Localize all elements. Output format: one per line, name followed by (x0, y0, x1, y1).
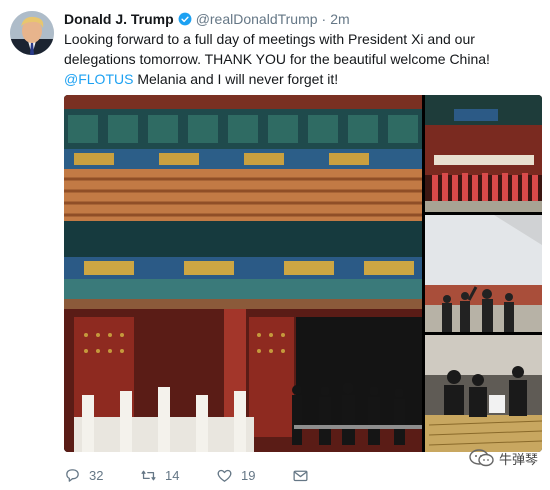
avatar-image (10, 11, 54, 55)
photo-forbidden-city-gate[interactable] (64, 95, 422, 452)
tweet-actions: 32 14 19 (64, 466, 322, 484)
media-grid[interactable] (64, 95, 542, 452)
photo-delegation-waving[interactable] (425, 215, 542, 332)
verified-badge-icon (178, 12, 192, 26)
direct-message-button[interactable] (292, 467, 322, 484)
retweet-button[interactable]: 14 (140, 467, 216, 484)
wechat-logo-icon (469, 449, 494, 467)
retweet-count: 14 (165, 467, 180, 483)
heart-icon (217, 469, 232, 482)
mention-link[interactable]: @FLOTUS (64, 71, 133, 87)
tweet-text-part1: Looking forward to a full day of meeting… (64, 31, 490, 67)
like-count: 19 (241, 467, 256, 483)
mail-icon (293, 470, 308, 481)
timestamp[interactable]: 2m (330, 11, 349, 27)
watermark: 牛弹琴 (469, 448, 538, 468)
avatar[interactable] (10, 11, 54, 55)
photo-performers[interactable] (425, 95, 542, 212)
reply-icon (66, 468, 79, 482)
reply-count: 32 (89, 467, 104, 483)
like-button[interactable]: 19 (216, 467, 292, 484)
tweet-header: Donald J. Trump @realDonaldTrump · 2m (64, 10, 350, 28)
author-handle[interactable]: @realDonaldTrump (196, 11, 318, 27)
separator-dot: · (321, 11, 327, 27)
retweet-icon (141, 470, 156, 480)
reply-button[interactable]: 32 (64, 467, 140, 484)
photo-calligraphy[interactable] (425, 335, 542, 452)
tweet-text: Looking forward to a full day of meeting… (64, 29, 544, 89)
watermark-label: 牛弹琴 (498, 451, 538, 467)
author-name[interactable]: Donald J. Trump (64, 11, 174, 27)
tweet-card[interactable]: Donald J. Trump @realDonaldTrump · 2m Lo… (0, 0, 550, 490)
tweet-text-part2: Melania and I will never forget it! (133, 71, 339, 87)
